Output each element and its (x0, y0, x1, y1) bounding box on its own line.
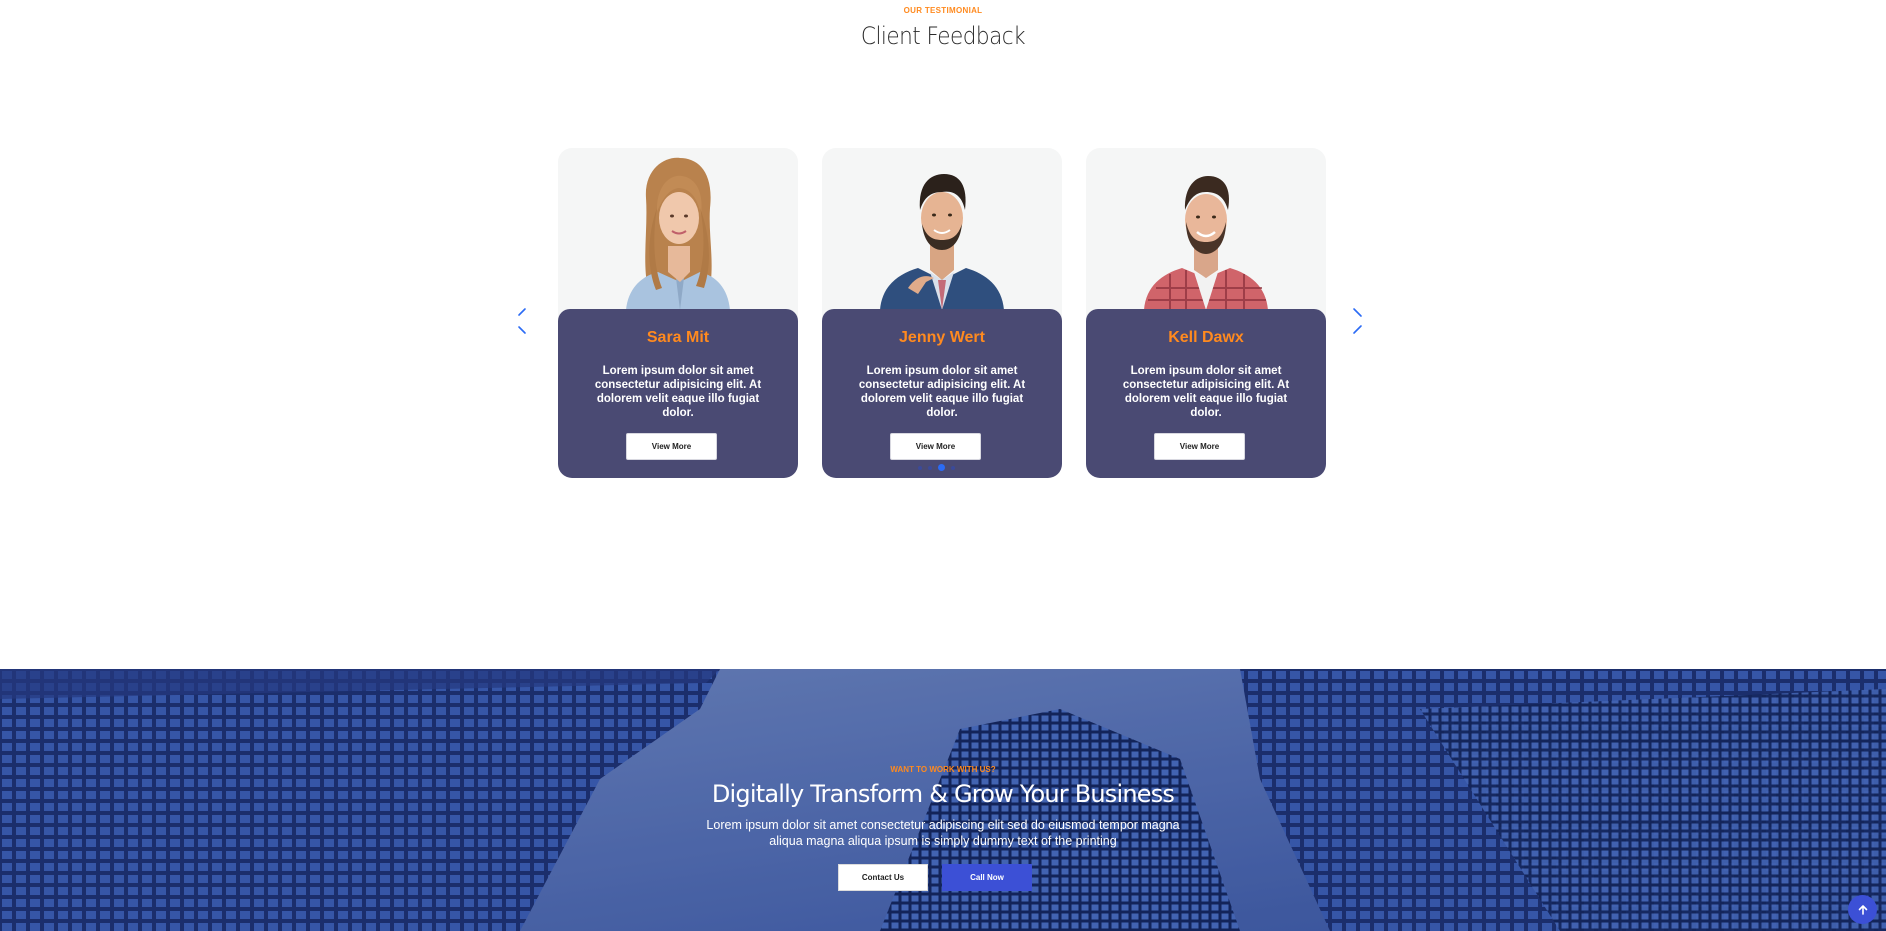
view-more-button[interactable]: View More (1154, 433, 1245, 460)
client-name: Jenny Wert (899, 329, 985, 346)
slider-pagination (918, 464, 968, 472)
client-name: Kell Dawx (1168, 329, 1244, 346)
view-more-button[interactable]: View More (626, 433, 717, 460)
cta-banner: WANT TO WORK WITH US? Digitally Transfor… (0, 669, 1886, 931)
testimonial-card: Sara Mit Lorem ipsum dolor sit amet cons… (558, 148, 798, 478)
pagination-dot[interactable] (918, 466, 922, 470)
testimonial-eyebrow: OUR TESTIMONIAL (903, 6, 983, 15)
cta-description: Lorem ipsum dolor sit amet consectetur a… (706, 818, 1180, 848)
view-more-button[interactable]: View More (890, 433, 981, 460)
client-photo (822, 148, 1062, 310)
client-quote: Lorem ipsum dolor sit amet consectetur a… (858, 365, 1026, 419)
slider-next-button[interactable] (1350, 305, 1366, 341)
slider-prev-button[interactable] (516, 305, 532, 341)
scroll-to-top-button[interactable] (1848, 895, 1877, 924)
cta-title: Digitally Transform & Grow Your Business (711, 780, 1175, 808)
testimonial-title: Client Feedback (860, 22, 1026, 50)
testimonial-card: Kell Dawx Lorem ipsum dolor sit amet con… (1086, 148, 1326, 478)
pagination-dot[interactable] (951, 466, 955, 470)
client-quote: Lorem ipsum dolor sit amet consectetur a… (1122, 365, 1290, 419)
contact-us-button[interactable]: Contact Us (838, 864, 928, 891)
card-body: Kell Dawx Lorem ipsum dolor sit amet con… (1086, 309, 1326, 478)
client-photo (1086, 148, 1326, 310)
pagination-dot[interactable] (928, 466, 932, 470)
client-name: Sara Mit (646, 329, 710, 346)
cta-eyebrow: WANT TO WORK WITH US? (890, 765, 996, 774)
chevron-right-icon (1353, 308, 1362, 334)
arrow-up-icon (1858, 904, 1867, 915)
card-body: Jenny Wert Lorem ipsum dolor sit amet co… (822, 309, 1062, 478)
card-body: Sara Mit Lorem ipsum dolor sit amet cons… (558, 309, 798, 478)
testimonial-card: Jenny Wert Lorem ipsum dolor sit amet co… (822, 148, 1062, 478)
call-now-button[interactable]: Call Now (942, 864, 1032, 891)
client-quote: Lorem ipsum dolor sit amet consectetur a… (594, 365, 762, 419)
chevron-left-icon (518, 308, 526, 334)
pagination-dot[interactable] (938, 464, 945, 471)
client-photo (558, 148, 798, 310)
